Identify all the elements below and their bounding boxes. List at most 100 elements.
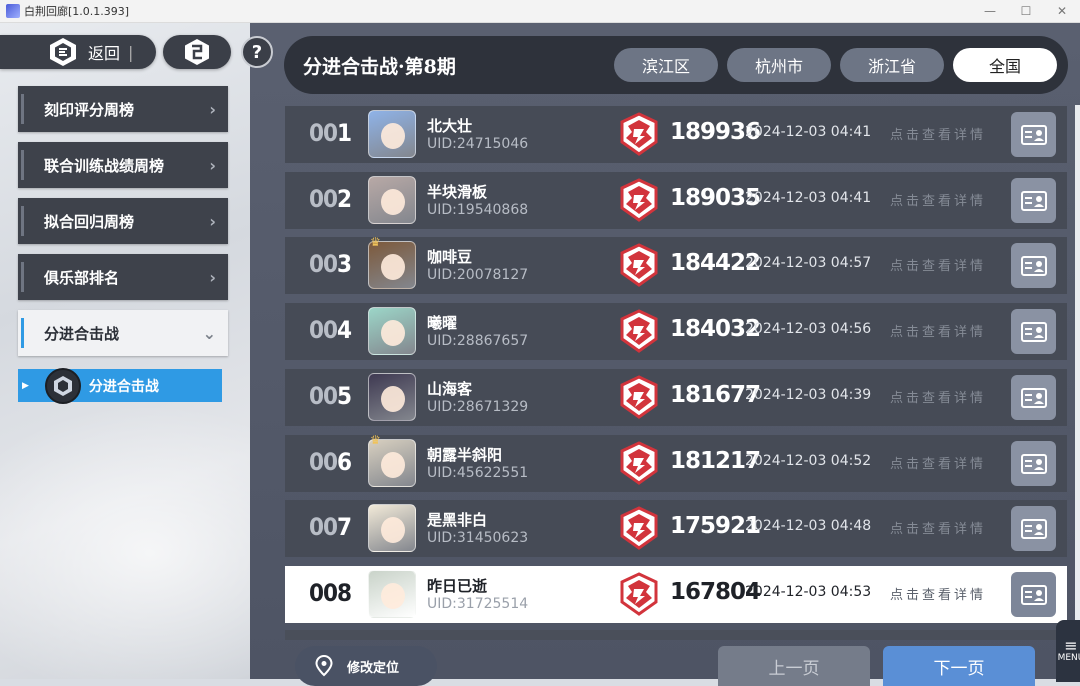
chevron-right-icon: › — [209, 212, 216, 231]
avatar-face — [381, 320, 405, 346]
crown-icon: ♛ — [370, 433, 381, 447]
crown-icon: ♛ — [370, 235, 381, 249]
menu-item-joint-training-weekly[interactable]: 联合训练战绩周榜 › — [18, 142, 228, 188]
avatar[interactable] — [368, 110, 416, 158]
player-name: 咖啡豆 — [427, 248, 473, 266]
view-details-link[interactable]: 点击查看详情 — [890, 453, 986, 472]
menu-item-label: 联合训练战绩周榜 — [44, 156, 165, 175]
avatar[interactable] — [368, 504, 416, 552]
menu-item-label: 拟合回归周榜 — [44, 212, 135, 231]
triangle-right-icon: ▶ — [22, 380, 29, 391]
ranking-row[interactable]: 004 曦曜 UID:28867657 184032 2024-12-03 04:56 点… — [285, 303, 1067, 360]
help-button[interactable]: ? — [241, 36, 273, 68]
player-name: 北大壮 — [427, 117, 473, 135]
score-emblem-icon — [620, 309, 658, 353]
chevron-right-icon: › — [209, 156, 216, 175]
player-card-button[interactable] — [1011, 506, 1056, 551]
minimize-button[interactable]: — — [972, 0, 1008, 22]
view-details-link[interactable]: 点击查看详情 — [890, 387, 986, 406]
rank-digit: 1 — [337, 119, 352, 147]
view-details-link[interactable]: 点击查看详情 — [890, 190, 986, 209]
rank-number: 008 — [309, 579, 352, 607]
rank-number: 001 — [309, 119, 352, 147]
home-button[interactable] — [163, 35, 231, 69]
rank-number: 004 — [309, 316, 352, 344]
rank-digit: 8 — [337, 579, 352, 607]
avatar[interactable] — [368, 307, 416, 355]
score-emblem-icon — [620, 375, 658, 419]
rank-digit: 2 — [337, 185, 352, 213]
view-details-link[interactable]: 点击查看详情 — [890, 321, 986, 340]
avatar[interactable] — [368, 373, 416, 421]
location-pin-icon — [315, 655, 333, 677]
score-emblem-icon — [620, 572, 658, 616]
player-name: 半块滑板 — [427, 183, 488, 201]
filter-binjiang-button[interactable]: 滨江区 — [614, 48, 718, 82]
player-uid: UID:28671329 — [427, 399, 529, 415]
score-time: 2024-12-03 04:39 — [745, 387, 872, 403]
score-emblem-icon — [620, 506, 658, 550]
chevron-right-icon: › — [209, 268, 216, 287]
filter-national-button[interactable]: 全国 — [953, 48, 1057, 82]
player-card-button[interactable] — [1011, 243, 1056, 288]
ranking-row[interactable]: 008 昨日已逝 UID:31725514 167804 2024-12-03 04:5… — [285, 566, 1067, 623]
ranking-row[interactable]: 006 ♛ 朝露半斜阳 UID:45622551 181217 2024-12-03 04… — [285, 433, 1067, 492]
player-uid: UID:20078127 — [427, 267, 529, 283]
menu-item-divide-attack[interactable]: 分进合击战 ⌄ — [18, 310, 228, 356]
close-button[interactable]: ✕ — [1044, 0, 1080, 22]
menu-item-club-ranking[interactable]: 俱乐部排名 › — [18, 254, 228, 300]
scrollbar[interactable] — [1075, 105, 1080, 620]
prev-page-button[interactable]: 上一页 — [718, 646, 870, 686]
view-details-link[interactable]: 点击查看详情 — [890, 584, 986, 603]
rank-number: 003 — [309, 250, 352, 278]
sub-menu-label: 分进合击战 — [88, 378, 159, 395]
player-card-button[interactable] — [1011, 178, 1056, 223]
player-uid: UID:24715046 — [427, 136, 529, 152]
view-details-link[interactable]: 点击查看详情 — [890, 255, 986, 274]
player-card-button[interactable] — [1011, 309, 1056, 354]
ranking-row[interactable]: 005 山海客 UID:28671329 181677 2024-12-03 04:39… — [285, 369, 1067, 426]
avatar-face — [381, 189, 405, 215]
rank-prefix: 00 — [309, 382, 338, 410]
score-time: 2024-12-03 04:41 — [745, 124, 872, 140]
menu-item-imprint-weekly[interactable]: 刻印评分周榜 › — [18, 86, 228, 132]
change-location-button[interactable]: 修改定位 — [295, 646, 437, 686]
player-card-button[interactable] — [1011, 441, 1056, 486]
back-separator: | — [128, 42, 134, 62]
avatar[interactable] — [368, 570, 416, 618]
filter-zhejiang-button[interactable]: 浙江省 — [840, 48, 944, 82]
id-card-icon — [1020, 584, 1047, 605]
sub-menu-item-divide-attack[interactable]: ▶ 分进合击战 — [18, 367, 222, 404]
menu-item-regression-weekly[interactable]: 拟合回归周榜 › — [18, 198, 228, 244]
view-details-link[interactable]: 点击查看详情 — [890, 124, 986, 143]
ranking-row[interactable]: 007 是黑非白 UID:31450623 175921 2024-12-03 04:4… — [285, 500, 1067, 557]
ranking-row[interactable]: 001 北大壮 UID:24715046 189936 2024-12-03 04:41… — [285, 106, 1067, 163]
player-uid: UID:28867657 — [427, 333, 529, 349]
ranking-row[interactable]: 003 ♛ 咖啡豆 UID:20078127 184422 2024-12-03 04:5… — [285, 235, 1067, 294]
back-button[interactable]: 返回 | — [0, 35, 156, 69]
corner-menu-button[interactable]: ≡ MENU — [1056, 620, 1080, 682]
rank-digit: 5 — [337, 382, 352, 410]
score-emblem-icon — [620, 243, 658, 287]
player-name: 曦曜 — [427, 314, 458, 332]
view-details-link[interactable]: 点击查看详情 — [890, 518, 986, 537]
next-page-button[interactable]: 下一页 — [883, 646, 1035, 686]
player-uid: UID:31725514 — [427, 596, 529, 612]
score-emblem-icon — [620, 112, 658, 156]
avatar-face — [381, 123, 405, 149]
change-location-label: 修改定位 — [347, 660, 400, 676]
divide-attack-badge-icon — [44, 367, 81, 404]
rank-digit: 6 — [337, 448, 352, 476]
ranking-row[interactable]: 002 半块滑板 UID:19540868 189035 2024-12-03 04:4… — [285, 172, 1067, 229]
rank-digit: 4 — [337, 316, 352, 344]
window-controls: — ☐ ✕ — [972, 0, 1080, 22]
player-card-button[interactable] — [1011, 375, 1056, 420]
player-card-button[interactable] — [1011, 112, 1056, 157]
player-card-button[interactable] — [1011, 572, 1056, 617]
page-title: 分进合击战·第8期 — [303, 56, 456, 78]
maximize-button[interactable]: ☐ — [1008, 0, 1044, 22]
id-card-icon — [1020, 321, 1047, 342]
filter-hangzhou-button[interactable]: 杭州市 — [727, 48, 831, 82]
avatar[interactable] — [368, 176, 416, 224]
home-emblem-icon — [185, 39, 209, 65]
